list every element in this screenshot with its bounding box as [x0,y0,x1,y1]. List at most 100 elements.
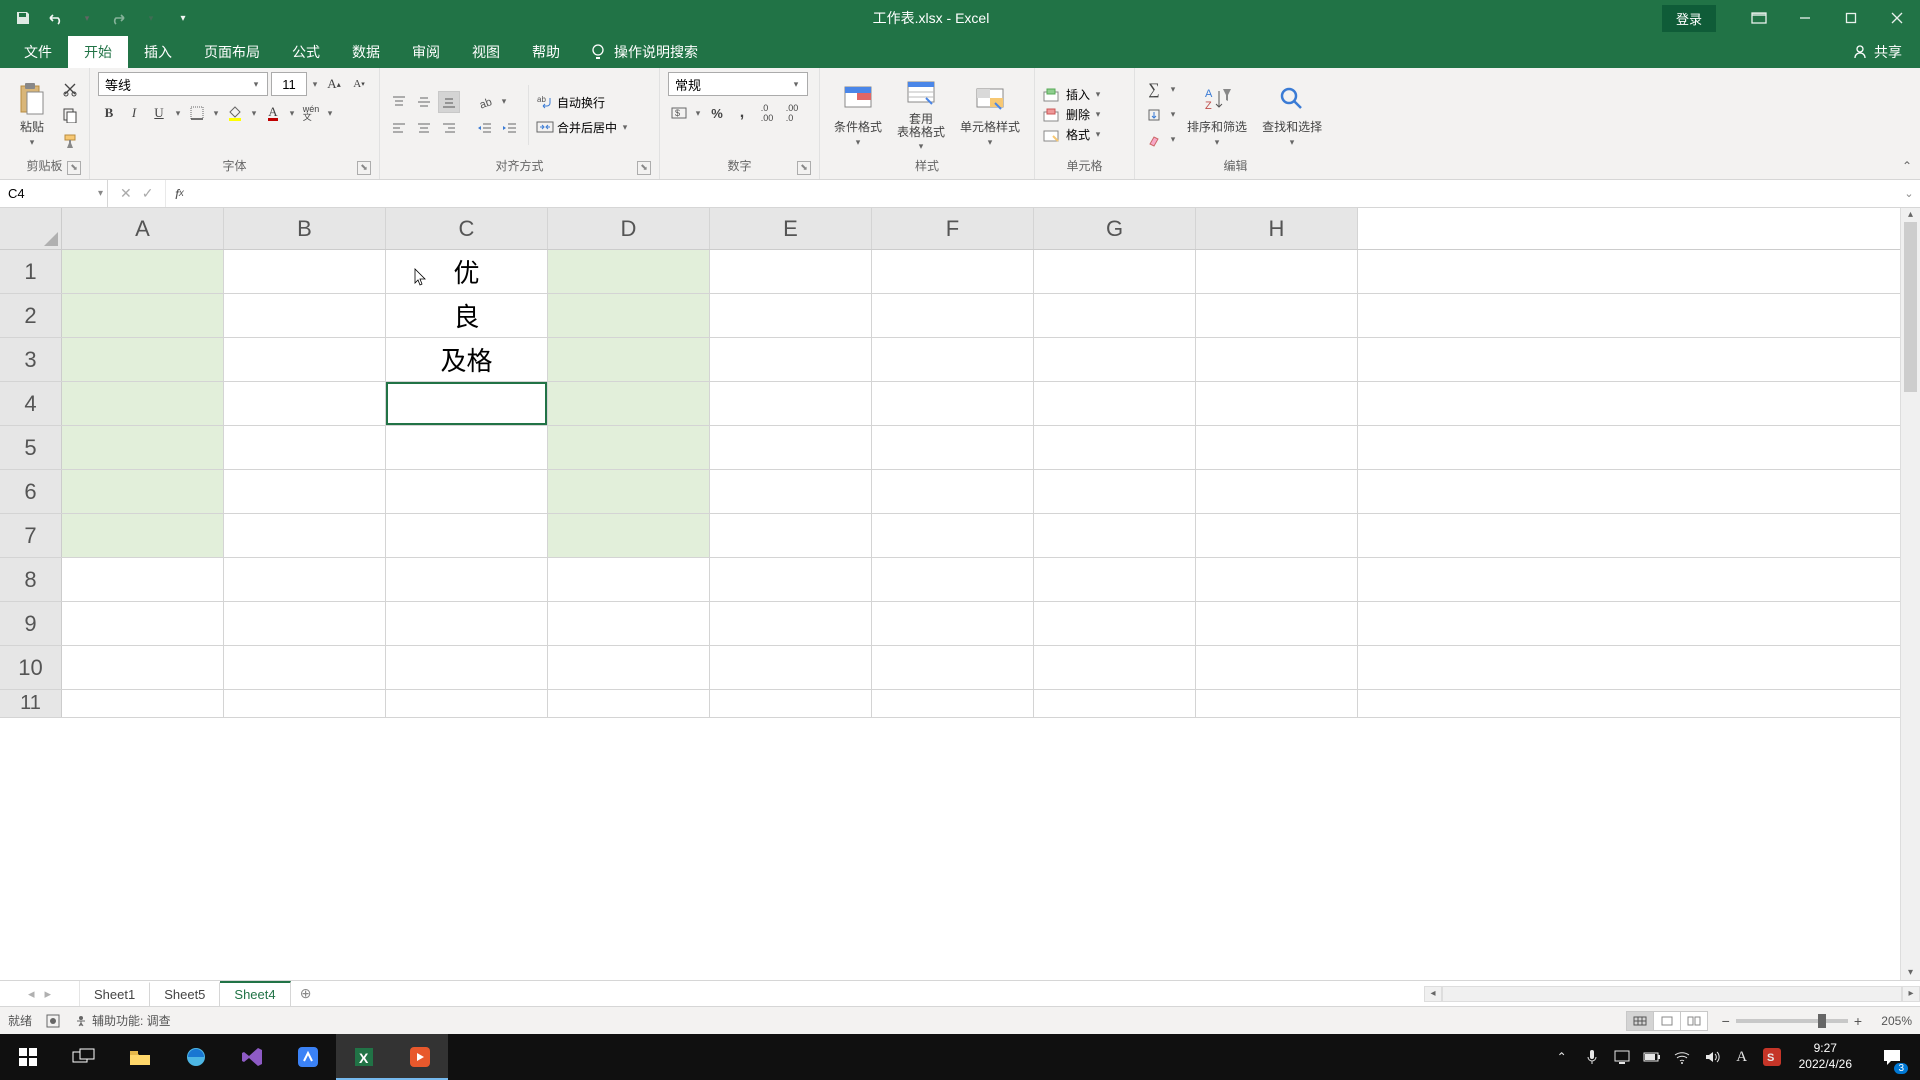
cell-G5[interactable] [1034,426,1196,469]
minimize-icon[interactable] [1782,0,1828,36]
cell-F10[interactable] [872,646,1034,689]
row-header-10[interactable]: 10 [0,646,62,689]
cell-F3[interactable] [872,338,1034,381]
cell-D4[interactable] [548,382,710,425]
cell-D11[interactable] [548,690,710,717]
sheet-tab-Sheet4[interactable]: Sheet4 [220,981,290,1006]
phonetic-guide-icon[interactable]: wén文 [300,102,322,124]
ie-browser-button[interactable] [168,1034,224,1080]
cell-B8[interactable] [224,558,386,601]
cell-C11[interactable] [386,690,548,717]
column-header-A[interactable]: A [62,208,224,249]
cell-C2[interactable]: 良 [386,294,548,337]
zoom-slider[interactable] [1736,1019,1848,1023]
app-blue-button[interactable] [280,1034,336,1080]
cell-B9[interactable] [224,602,386,645]
notification-center-icon[interactable]: 3 [1870,1034,1914,1080]
cell-C4[interactable] [386,382,548,425]
formula-input[interactable] [192,180,1898,207]
tray-overflow-icon[interactable]: ⌃ [1553,1048,1571,1066]
chevron-down-icon[interactable]: ▾ [1093,109,1103,120]
row-header-8[interactable]: 8 [0,558,62,601]
cell-E9[interactable] [710,602,872,645]
cell-E1[interactable] [710,250,872,293]
cell-G10[interactable] [1034,646,1196,689]
cell-B3[interactable] [224,338,386,381]
cell-E8[interactable] [710,558,872,601]
cell-B5[interactable] [224,426,386,469]
cell-A11[interactable] [62,690,224,717]
orientation-dropdown-icon[interactable]: ▾ [499,96,509,107]
cell-A2[interactable] [62,294,224,337]
paste-dropdown-icon[interactable]: ▾ [27,137,37,148]
align-left-icon[interactable] [388,117,410,139]
comma-style-icon[interactable]: , [731,102,753,124]
clipboard-dialog-launcher-icon[interactable]: ⬊ [67,161,81,175]
new-sheet-button[interactable]: ⊕ [291,981,321,1006]
cell-E2[interactable] [710,294,872,337]
fill-icon[interactable] [1143,104,1165,126]
decrease-indent-icon[interactable] [474,117,496,139]
tab-review[interactable]: 审阅 [396,36,456,68]
borders-icon[interactable] [186,102,208,124]
cell-E7[interactable] [710,514,872,557]
format-cells-button[interactable]: 格式▾ [1043,126,1103,143]
maximize-icon[interactable] [1828,0,1874,36]
cell-D8[interactable] [548,558,710,601]
chevron-down-icon[interactable]: ▾ [1093,129,1103,140]
horizontal-scrollbar[interactable]: ◂ ▸ [1424,981,1920,1006]
close-icon[interactable] [1874,0,1920,36]
cell-G4[interactable] [1034,382,1196,425]
column-header-B[interactable]: B [224,208,386,249]
tray-mic-icon[interactable] [1583,1048,1601,1066]
merge-center-button[interactable]: 合并后居中 ▾ [536,119,630,136]
tab-file[interactable]: 文件 [8,36,68,68]
cell-D9[interactable] [548,602,710,645]
cell-H7[interactable] [1196,514,1358,557]
accounting-format-icon[interactable]: $ [668,102,690,124]
tab-insert[interactable]: 插入 [128,36,188,68]
cell-H11[interactable] [1196,690,1358,717]
row-header-1[interactable]: 1 [0,250,62,293]
cell-F5[interactable] [872,426,1034,469]
column-header-E[interactable]: E [710,208,872,249]
enter-formula-icon[interactable]: ✓ [142,185,154,202]
sign-in-button[interactable]: 登录 [1662,5,1716,32]
orientation-icon[interactable]: ab [474,91,496,113]
wrap-text-button[interactable]: ab 自动换行 [536,94,630,111]
cell-F7[interactable] [872,514,1034,557]
cell-H9[interactable] [1196,602,1358,645]
row-header-7[interactable]: 7 [0,514,62,557]
scroll-thumb[interactable] [1904,222,1917,392]
vertical-scrollbar[interactable]: ▴ ▾ [1900,208,1920,980]
tray-volume-icon[interactable] [1703,1048,1721,1066]
cell-A8[interactable] [62,558,224,601]
tray-ime-A-icon[interactable]: A [1733,1048,1751,1066]
decrease-font-icon[interactable]: A▾ [348,73,370,95]
cell-A9[interactable] [62,602,224,645]
cell-D6[interactable] [548,470,710,513]
accessibility-status[interactable]: 辅助功能: 调查 [74,1012,171,1029]
autosum-icon[interactable]: ∑ [1143,79,1165,101]
cell-A3[interactable] [62,338,224,381]
increase-decimal-icon[interactable]: .0.00 [756,102,778,124]
cell-D2[interactable] [548,294,710,337]
zoom-level[interactable]: 205% [1868,1014,1912,1028]
tab-data[interactable]: 数据 [336,36,396,68]
qat-customize-icon[interactable]: ▾ [174,9,192,27]
scroll-right-icon[interactable]: ▸ [1902,986,1920,1002]
tab-formulas[interactable]: 公式 [276,36,336,68]
scroll-track[interactable] [1442,986,1902,1002]
tab-home[interactable]: 开始 [68,36,128,68]
conditional-formatting-button[interactable]: 条件格式▾ [828,80,888,150]
tray-wifi-icon[interactable] [1673,1048,1691,1066]
row-header-9[interactable]: 9 [0,602,62,645]
font-size-select[interactable]: 11 [271,72,307,96]
column-header-H[interactable]: H [1196,208,1358,249]
redo-icon[interactable] [110,9,128,27]
select-all-button[interactable] [0,208,62,249]
file-explorer-button[interactable] [112,1034,168,1080]
zoom-in-button[interactable]: + [1854,1013,1862,1029]
sheet-tab-Sheet1[interactable]: Sheet1 [80,982,150,1006]
fill-color-dropdown-icon[interactable]: ▾ [249,108,259,119]
